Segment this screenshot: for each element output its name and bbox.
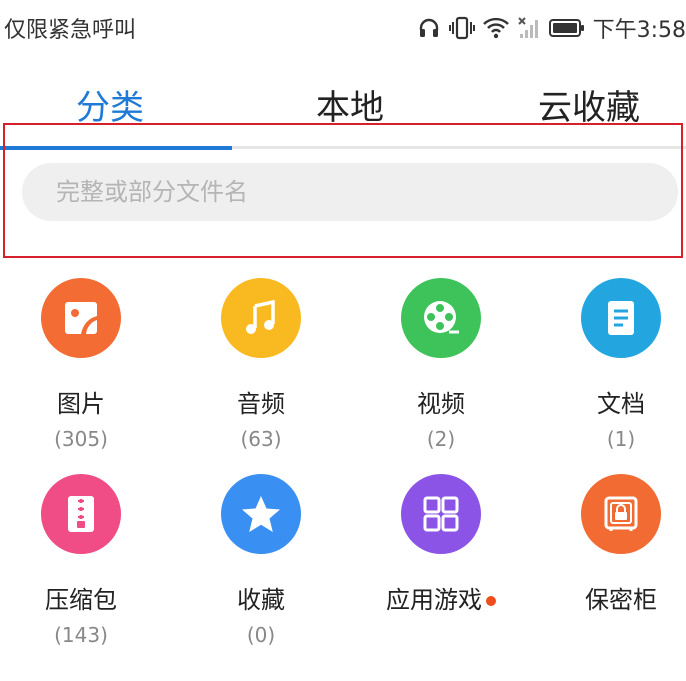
category-documents[interactable]: 文档 (1) xyxy=(541,278,686,451)
category-label: 保密柜 xyxy=(585,586,657,614)
category-count: (1) xyxy=(606,427,636,451)
film-reel-icon xyxy=(401,278,481,358)
category-video[interactable]: 视频 (2) xyxy=(361,278,521,451)
category-label: 视频 xyxy=(417,390,465,418)
apps-grid-icon xyxy=(401,474,481,554)
headphones-icon xyxy=(417,16,441,40)
tab-cloud-favorites[interactable]: 云收藏 xyxy=(538,80,640,129)
category-safe-box[interactable]: 保密柜 xyxy=(541,474,686,615)
carrier-status-text: 仅限紧急呼叫 xyxy=(4,18,137,43)
category-images[interactable]: 图片 (305) xyxy=(1,278,161,451)
safe-icon xyxy=(581,474,661,554)
tab-category[interactable]: 分类 xyxy=(76,80,144,129)
category-label-wrap: 应用游戏 xyxy=(361,580,521,615)
category-apps-games[interactable]: 应用游戏 xyxy=(361,474,521,615)
tab-local[interactable]: 本地 xyxy=(316,80,384,129)
wifi-icon xyxy=(482,17,509,39)
zip-icon xyxy=(41,474,121,554)
category-archives[interactable]: 压缩包 (143) xyxy=(1,474,161,647)
battery-icon xyxy=(548,18,585,38)
document-icon xyxy=(581,278,661,358)
category-label: 应用游戏 xyxy=(386,586,482,614)
status-bar: 仅限紧急呼叫 下午3:58 xyxy=(0,0,686,56)
star-icon xyxy=(221,474,301,554)
category-count: (143) xyxy=(54,623,108,647)
category-label: 音频 xyxy=(237,390,285,418)
category-label: 压缩包 xyxy=(45,586,117,614)
category-label: 文档 xyxy=(597,390,645,418)
search-input[interactable] xyxy=(22,163,678,221)
vibrate-icon xyxy=(448,16,475,40)
category-count: (0) xyxy=(246,623,276,647)
category-count: (2) xyxy=(426,427,456,451)
status-icons: 下午3:58 xyxy=(417,12,686,44)
category-count: (305) xyxy=(54,427,108,451)
new-badge-dot xyxy=(486,596,496,606)
category-label: 图片 xyxy=(57,390,105,418)
image-icon xyxy=(41,278,121,358)
status-time: 下午3:58 xyxy=(592,18,686,43)
category-count: (63) xyxy=(240,427,282,451)
category-favorites[interactable]: 收藏 (0) xyxy=(181,474,341,647)
category-label: 收藏 xyxy=(237,586,285,614)
music-icon xyxy=(221,278,301,358)
no-signal-icon xyxy=(517,16,541,40)
category-audio[interactable]: 音频 (63) xyxy=(181,278,341,451)
